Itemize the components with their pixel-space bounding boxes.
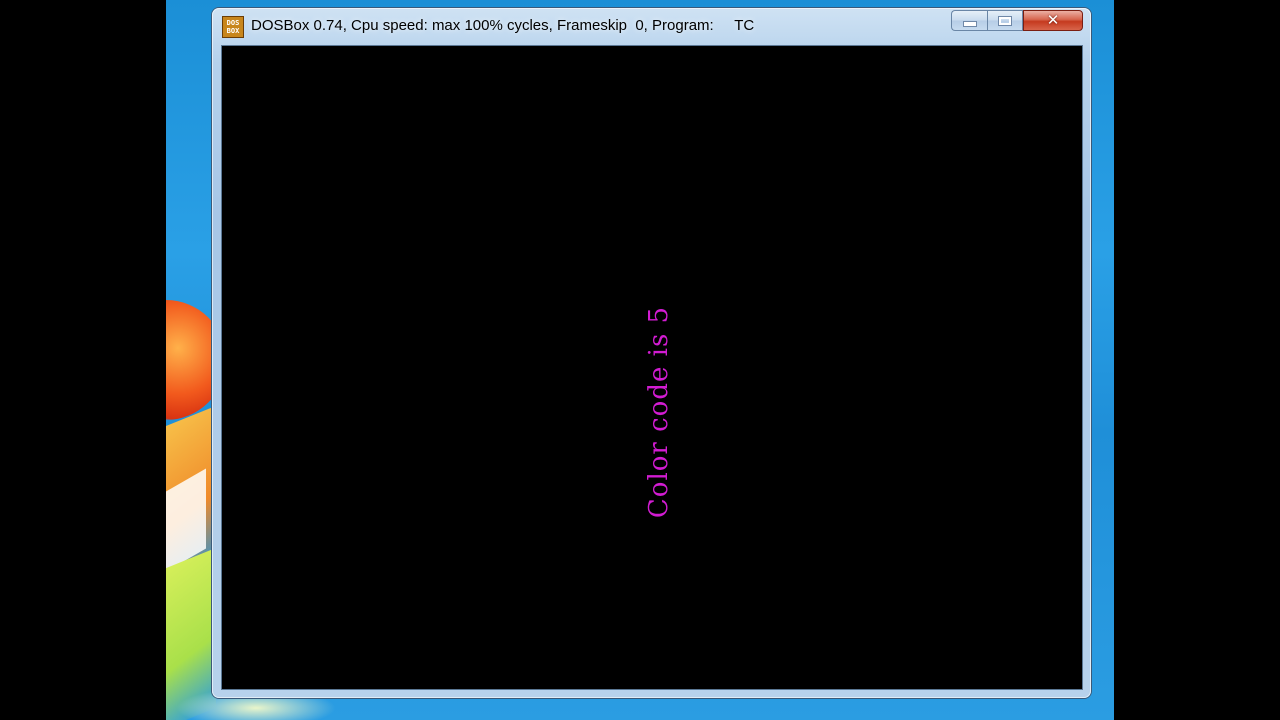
close-icon: ✕ bbox=[1046, 11, 1060, 29]
color-code-message: Color code is 5 bbox=[644, 305, 674, 519]
window-title: DOSBox 0.74, Cpu speed: max 100% cycles,… bbox=[251, 17, 755, 34]
dosbox-window[interactable]: DOS BOX DOSBox 0.74, Cpu speed: max 100%… bbox=[212, 8, 1091, 698]
maximize-button[interactable] bbox=[987, 10, 1023, 31]
dosbox-icon[interactable]: DOS BOX bbox=[222, 16, 244, 38]
letterbox-right bbox=[1114, 0, 1280, 720]
minimize-button[interactable] bbox=[951, 10, 987, 31]
dos-screen[interactable]: Color code is 5 bbox=[221, 45, 1083, 690]
dosbox-icon-text-top: DOS bbox=[226, 19, 240, 27]
maximize-icon bbox=[998, 15, 1012, 26]
letterbox-left bbox=[0, 0, 166, 720]
minimize-icon bbox=[962, 20, 977, 27]
dosbox-icon-text-bottom: BOX bbox=[226, 27, 240, 35]
caption-buttons: ✕ bbox=[951, 10, 1083, 32]
close-button[interactable]: ✕ bbox=[1023, 10, 1083, 31]
title-bar[interactable]: DOS BOX DOSBox 0.74, Cpu speed: max 100%… bbox=[212, 8, 1091, 44]
